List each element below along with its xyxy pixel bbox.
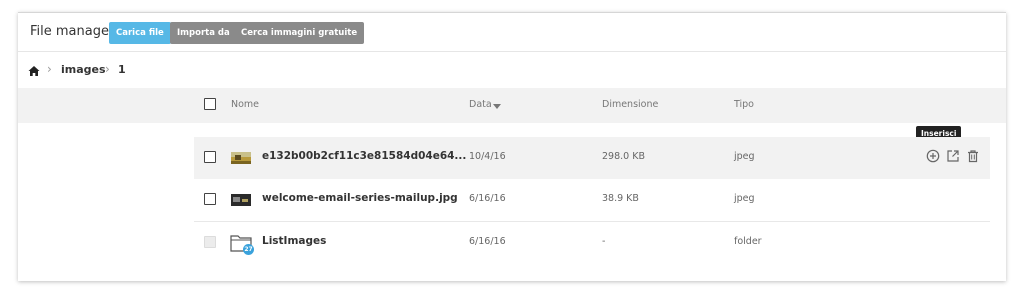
trash-icon[interactable] (966, 149, 980, 163)
select-all-checkbox[interactable] (204, 98, 216, 110)
breadcrumb-item-current: 1 (118, 63, 126, 76)
table-row[interactable]: welcome-email-series-mailup.jpg 6/16/16 … (194, 179, 990, 221)
row-checkbox[interactable] (204, 193, 216, 205)
file-name[interactable]: welcome-email-series-mailup.jpg (262, 192, 458, 204)
item-count-badge: 27 (243, 244, 254, 255)
file-date: 10/4/16 (469, 151, 506, 162)
folder-name[interactable]: ListImages (262, 235, 326, 247)
breadcrumb: › images › 1 (18, 52, 1006, 88)
column-header-type[interactable]: Tipo (734, 99, 754, 110)
plus-circle-icon[interactable] (926, 149, 940, 163)
image-thumbnail-icon (231, 194, 251, 206)
breadcrumb-item-images[interactable]: images (61, 63, 106, 76)
row-checkbox-disabled (204, 236, 216, 248)
breadcrumb-separator: › (47, 62, 52, 76)
page-title: File manager (30, 24, 115, 39)
column-header-size[interactable]: Dimensione (602, 99, 658, 110)
file-type: folder (734, 236, 762, 247)
column-header-date[interactable]: Data (469, 99, 492, 110)
file-manager-header: File manager Carica file Importa da Cerc… (18, 13, 1006, 52)
file-size: - (602, 236, 606, 247)
import-from-button[interactable]: Importa da (170, 22, 237, 44)
table-header: Nome Data Dimensione Tipo (18, 88, 1006, 123)
breadcrumb-separator: › (105, 62, 110, 76)
file-type: jpeg (734, 193, 755, 204)
file-date: 6/16/16 (469, 236, 506, 247)
file-size: 298.0 KB (602, 151, 645, 162)
file-size: 38.9 KB (602, 193, 639, 204)
table-row[interactable]: e132b00b2cf11c3e81584d04e64... 10/4/16 2… (194, 137, 990, 179)
upload-file-button[interactable]: Carica file (109, 22, 171, 44)
column-header-name[interactable]: Nome (231, 99, 259, 110)
external-link-icon[interactable] (946, 149, 960, 163)
sort-desc-icon[interactable] (493, 104, 501, 109)
file-name[interactable]: e132b00b2cf11c3e81584d04e64... (262, 150, 466, 162)
file-type: jpeg (734, 151, 755, 162)
row-checkbox[interactable] (204, 151, 216, 163)
image-thumbnail-icon (231, 152, 251, 164)
search-free-images-button[interactable]: Cerca immagini gratuite (234, 22, 365, 44)
table-row[interactable]: 27 ListImages 6/16/16 - folder (194, 222, 990, 264)
file-manager-panel: File manager Carica file Importa da Cerc… (18, 12, 1006, 281)
home-icon[interactable] (28, 65, 40, 77)
file-date: 6/16/16 (469, 193, 506, 204)
